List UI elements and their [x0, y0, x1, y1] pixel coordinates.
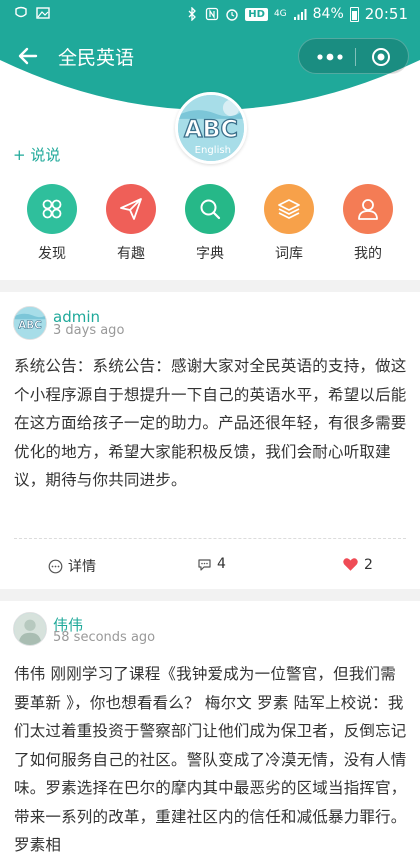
menu-label: 发现: [38, 246, 66, 262]
page-title: 全民英语: [58, 47, 135, 69]
menu-item-wordbank[interactable]: 词库: [259, 184, 319, 263]
logo-subtext: English: [195, 145, 231, 156]
nfc-icon: [206, 7, 219, 21]
capsule-divider: [355, 48, 356, 66]
app-logo: ABC English: [175, 92, 247, 164]
avatar[interactable]: ABC: [13, 306, 47, 340]
post-timestamp: 3 days ago: [53, 323, 125, 338]
close-target-icon[interactable]: [371, 47, 391, 67]
post-divider: [14, 538, 406, 539]
comment-icon: [198, 558, 211, 571]
battery-icon: [349, 6, 359, 22]
image-icon: [36, 7, 50, 19]
menu-item-fun[interactable]: 有趣: [101, 184, 161, 263]
section-gap: [0, 589, 420, 601]
search-icon: [200, 199, 221, 220]
post-content[interactable]: 伟伟 刚刚学习了课程《我钟爱成为一位警官，但我们需要革新 》，你也想看看么？ 梅…: [14, 660, 408, 860]
clock: 20:51: [364, 5, 408, 23]
user-icon: [358, 199, 378, 220]
grid-petal-icon: [42, 199, 62, 219]
signal-icon: [293, 9, 307, 20]
post-timestamp: 58 seconds ago: [53, 630, 156, 645]
status-bar: HD 4G 84% 20:51: [0, 0, 420, 30]
bluetooth-icon: [188, 7, 197, 21]
shield-alert-icon: [15, 6, 27, 18]
comment-count: 4: [217, 556, 226, 572]
mini-program-capsule: [298, 38, 409, 74]
battery-percent: 84%: [312, 6, 344, 22]
menu-item-discover[interactable]: 发现: [22, 184, 82, 263]
post-say-button[interactable]: + 说说: [13, 144, 60, 165]
menu-item-dictionary[interactable]: 字典: [180, 184, 240, 263]
menu-label: 字典: [196, 246, 224, 262]
network-type: 4G: [273, 8, 287, 19]
menu-item-mine[interactable]: 我的: [338, 184, 398, 263]
back-arrow-icon[interactable]: [16, 44, 40, 68]
more-circle-icon: [48, 559, 63, 573]
menu-label: 词库: [275, 246, 303, 262]
section-gap: [0, 280, 420, 292]
more-dots-icon[interactable]: [313, 50, 347, 64]
comment-button[interactable]: 4: [197, 556, 226, 572]
detail-label: 详情: [68, 559, 96, 575]
avatar[interactable]: [13, 612, 47, 646]
menu-label: 有趣: [117, 246, 145, 262]
heart-icon: [343, 558, 358, 571]
logo-text: ABC: [184, 115, 238, 143]
like-button[interactable]: 2: [342, 556, 373, 573]
paper-plane-icon: [120, 198, 142, 220]
detail-button[interactable]: 详情: [48, 556, 96, 576]
alarm-icon: [226, 9, 238, 21]
layers-icon: [278, 199, 300, 219]
like-count: 2: [364, 556, 373, 573]
menu-label: 我的: [354, 246, 382, 262]
hd-badge: HD: [245, 7, 268, 21]
menu-bar: 发现 有趣 字典 词库 我的: [0, 184, 420, 264]
avatar-logo-text: ABC: [18, 320, 41, 332]
post-content[interactable]: 系统公告：系统公告：感谢大家对全民英语的支持，做这个小程序源自于想提升一下自己的…: [14, 352, 408, 495]
